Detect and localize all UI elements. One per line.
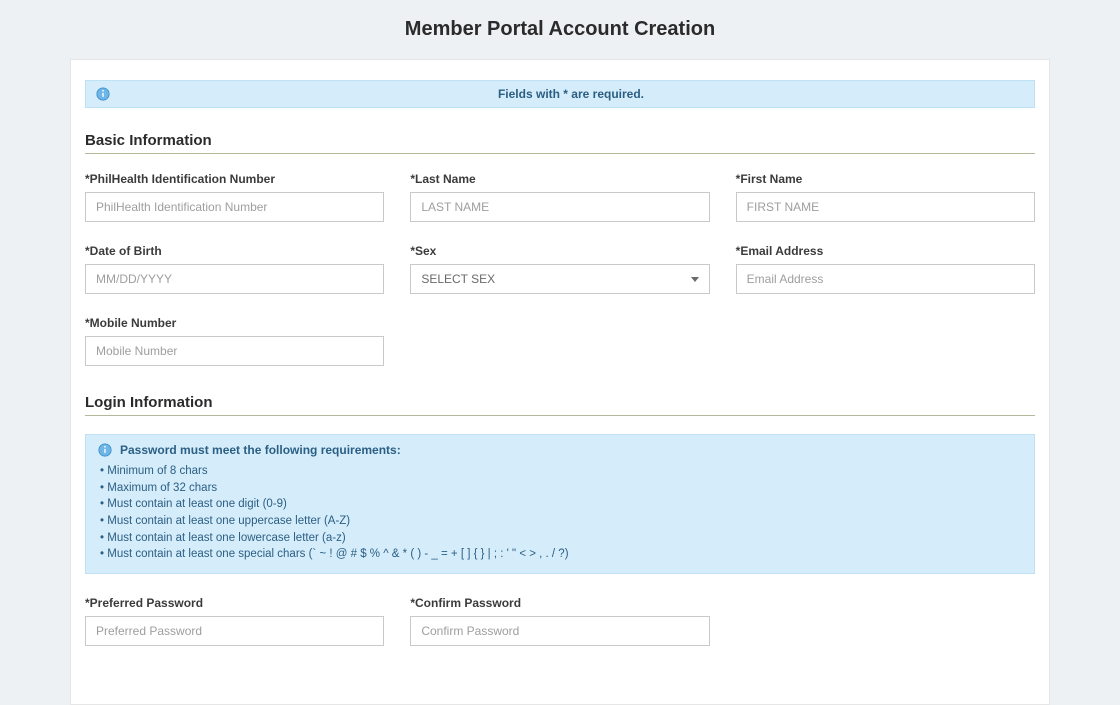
page: Member Portal Account Creation Fields wi… <box>0 18 1120 705</box>
preferred-password-input[interactable] <box>85 616 384 646</box>
label-mobile: *Mobile Number <box>85 316 384 330</box>
field-group-pin: *PhilHealth Identification Number <box>85 172 384 222</box>
required-fields-notice: Fields with * are required. <box>85 80 1035 108</box>
field-group-sex: *Sex SELECT SEX <box>410 244 709 294</box>
form-card: Fields with * are required. Basic Inform… <box>70 59 1050 705</box>
password-requirement-item: Must contain at least one uppercase lett… <box>100 513 1022 530</box>
first-name-input[interactable] <box>736 192 1035 222</box>
label-dob: *Date of Birth <box>85 244 384 258</box>
password-requirements-header: Password must meet the following require… <box>98 443 1022 457</box>
password-requirement-item: Must contain at least one lowercase lett… <box>100 530 1022 547</box>
label-last-name: *Last Name <box>410 172 709 186</box>
last-name-input[interactable] <box>410 192 709 222</box>
field-group-dob: *Date of Birth <box>85 244 384 294</box>
info-icon <box>96 87 110 101</box>
mobile-input[interactable] <box>85 336 384 366</box>
page-title: Member Portal Account Creation <box>0 18 1120 41</box>
label-first-name: *First Name <box>736 172 1035 186</box>
chevron-down-icon <box>691 277 699 282</box>
field-group-last-name: *Last Name <box>410 172 709 222</box>
label-email: *Email Address <box>736 244 1035 258</box>
label-confirm-password: *Confirm Password <box>410 596 709 610</box>
field-group-email: *Email Address <box>736 244 1035 294</box>
email-input[interactable] <box>736 264 1035 294</box>
field-group-first-name: *First Name <box>736 172 1035 222</box>
password-requirement-item: Must contain at least one digit (0-9) <box>100 496 1022 513</box>
field-group-mobile: *Mobile Number <box>85 316 384 366</box>
basic-info-grid: *PhilHealth Identification Number *Last … <box>85 172 1035 366</box>
password-requirement-item: Must contain at least one special chars … <box>100 546 1022 563</box>
password-requirements-heading-text: Password must meet the following require… <box>120 443 401 457</box>
password-requirement-item: Maximum of 32 chars <box>100 480 1022 497</box>
sex-select[interactable]: SELECT SEX <box>410 264 709 294</box>
pin-input[interactable] <box>85 192 384 222</box>
label-preferred-password: *Preferred Password <box>85 596 384 610</box>
info-icon <box>98 443 112 457</box>
label-pin: *PhilHealth Identification Number <box>85 172 384 186</box>
section-rule <box>85 415 1035 416</box>
section-title-login: Login Information <box>85 394 1035 411</box>
password-requirement-item: Minimum of 8 chars <box>100 463 1022 480</box>
label-sex: *Sex <box>410 244 709 258</box>
sex-select-value: SELECT SEX <box>421 272 495 286</box>
dob-input[interactable] <box>85 264 384 294</box>
section-rule <box>85 153 1035 154</box>
password-requirements-box: Password must meet the following require… <box>85 434 1035 574</box>
section-title-basic: Basic Information <box>85 132 1035 149</box>
password-requirements-list: Minimum of 8 chars Maximum of 32 chars M… <box>98 463 1022 563</box>
confirm-password-input[interactable] <box>410 616 709 646</box>
required-fields-text: Fields with * are required. <box>118 87 1024 101</box>
